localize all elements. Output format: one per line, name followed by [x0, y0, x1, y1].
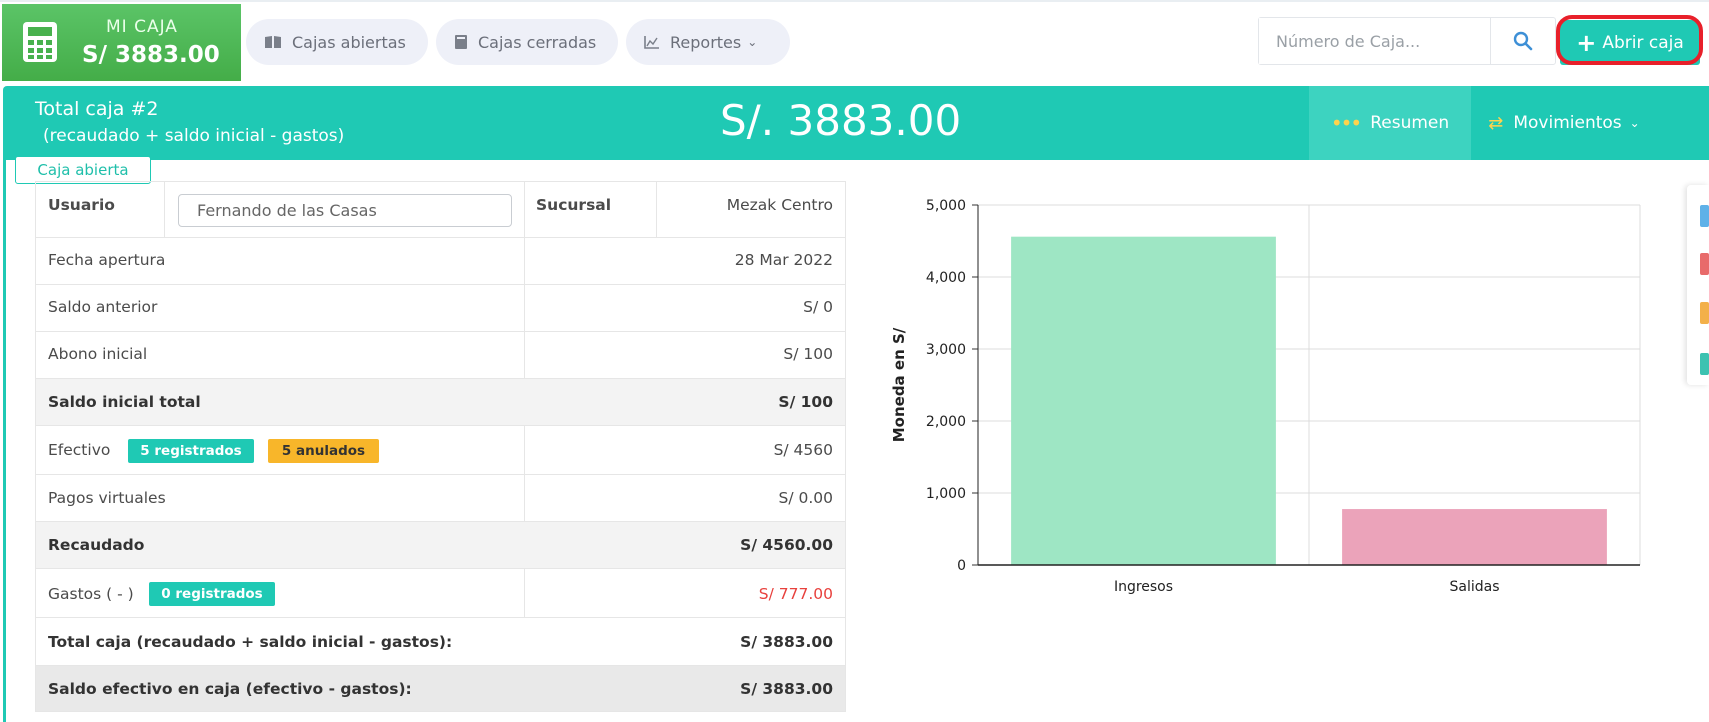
- table-row: Total caja (recaudado + saldo inicial - …: [36, 617, 845, 665]
- nav-cajas-cerradas-label: Cajas cerradas: [478, 32, 597, 52]
- bar-salidas: [1342, 509, 1607, 565]
- income-expense-chart: 0 1,000 2,000 3,000 4,000 5,000 Ingresos Salida…: [890, 198, 1641, 595]
- cell-divider: [524, 475, 525, 521]
- table-row: Pagos virtuales S/ 0.00: [36, 474, 845, 521]
- calculator-icon: [23, 22, 57, 62]
- top-bar: MI CAJA S/ 3883.00 Cajas abiertas Cajas …: [0, 0, 1709, 86]
- total-amount: S/. 3883.00: [720, 96, 962, 145]
- cell-divider: [524, 332, 525, 378]
- table-row-efectivo: Efectivo 5 registrados 5 anulados S/ 456…: [36, 425, 845, 474]
- chevron-down-icon: ⌄: [747, 35, 758, 49]
- y-tick-label: 2,000: [926, 414, 966, 430]
- abrir-caja-label: Abrir caja: [1602, 32, 1684, 53]
- table-row: Recaudado S/ 4560.00: [36, 521, 845, 568]
- gastos-registrados-badge[interactable]: 0 registrados: [149, 582, 275, 606]
- row-value: S/ 100: [778, 393, 833, 411]
- tool-icon[interactable]: [1700, 253, 1709, 275]
- row-label: Recaudado: [48, 536, 145, 554]
- row-value: S/ 0.00: [778, 489, 834, 507]
- tool-icon[interactable]: [1700, 205, 1709, 227]
- y-tick-label: 0: [957, 558, 966, 574]
- y-tick-label: 3,000: [926, 342, 966, 358]
- row-value: 28 Mar 2022: [734, 251, 833, 269]
- cell-divider: [656, 182, 657, 237]
- cell-divider: [524, 285, 525, 331]
- cell-divider: [524, 426, 525, 474]
- cell-divider: [524, 182, 525, 237]
- row-label: Saldo efectivo en caja (efectivo - gasto…: [48, 680, 412, 698]
- table-row: Abono inicial S/ 100: [36, 331, 845, 378]
- tab-movimientos[interactable]: ⇄ Movimientos ⌄: [1471, 86, 1657, 160]
- row-value: S/ 4560.00: [740, 536, 833, 554]
- cell-divider: [164, 182, 165, 237]
- row-value: S/ 3883.00: [740, 680, 833, 698]
- total-title: Total caja #2: [35, 98, 159, 120]
- row-label: Gastos ( - ): [48, 585, 134, 603]
- sucursal-value: Mezak Centro: [726, 196, 833, 214]
- registrados-badge[interactable]: 5 registrados: [128, 439, 254, 463]
- row-label: Abono inicial: [48, 345, 148, 363]
- row-value: S/ 3883.00: [740, 633, 833, 651]
- search-box: [1258, 17, 1556, 65]
- search-button[interactable]: [1491, 18, 1555, 64]
- row-label: Fecha apertura: [48, 251, 166, 269]
- sucursal-label: Sucursal: [536, 196, 612, 214]
- table-row: Saldo inicial total S/ 100: [36, 378, 845, 425]
- tool-icon[interactable]: [1700, 302, 1709, 324]
- chart-icon: [644, 36, 659, 49]
- row-label: Total caja (recaudado + saldo inicial - …: [48, 633, 453, 651]
- mi-caja-summary[interactable]: MI CAJA S/ 3883.00: [2, 4, 241, 81]
- table-row-usuario: Usuario Fernando de las Casas Sucursal M…: [36, 181, 845, 237]
- tab-movimientos-label: Movimientos: [1513, 113, 1622, 133]
- usuario-field[interactable]: Fernando de las Casas: [178, 194, 512, 227]
- row-value: S/ 777.00: [758, 585, 833, 603]
- x-tick-label: Salidas: [1449, 579, 1499, 595]
- chevron-down-icon: ⌄: [1629, 116, 1640, 130]
- row-label: Pagos virtuales: [48, 489, 166, 507]
- row-value: S/ 0: [803, 298, 833, 316]
- table-row: Saldo anterior S/ 0: [36, 284, 845, 331]
- anulados-badge[interactable]: 5 anulados: [268, 439, 379, 463]
- status-badge: Caja abierta: [15, 156, 151, 184]
- row-label: Saldo anterior: [48, 298, 158, 316]
- mi-caja-title: MI CAJA: [106, 17, 178, 37]
- row-label: Efectivo: [48, 441, 111, 459]
- swap-arrows-icon: ⇄: [1488, 112, 1504, 134]
- left-accent-line: [3, 160, 6, 722]
- y-tick-label: 5,000: [926, 198, 966, 214]
- table-row: Fecha apertura 28 Mar 2022: [36, 237, 845, 284]
- nav-reportes[interactable]: Reportes ⌄: [626, 19, 790, 65]
- y-axis-label: Moneda en S/: [890, 327, 908, 442]
- search-icon: [1513, 31, 1533, 51]
- table-row: Saldo efectivo en caja (efectivo - gasto…: [36, 665, 845, 712]
- caja-detail-table: Usuario Fernando de las Casas Sucursal M…: [35, 181, 846, 712]
- abrir-caja-button[interactable]: + Abrir caja: [1560, 20, 1700, 65]
- dots-icon: •••: [1330, 111, 1362, 135]
- book-icon: [455, 35, 467, 49]
- mi-caja-amount: S/ 3883.00: [82, 42, 220, 68]
- search-input[interactable]: [1259, 18, 1492, 64]
- usuario-label: Usuario: [48, 196, 115, 214]
- y-tick-label: 4,000: [926, 270, 966, 286]
- table-row-gastos: Gastos ( - ) 0 registrados S/ 777.00: [36, 568, 845, 617]
- bar-ingresos: [1011, 236, 1276, 565]
- x-tick-label: Ingresos: [1114, 579, 1173, 595]
- cell-divider: [524, 238, 525, 284]
- tab-resumen[interactable]: ••• Resumen: [1309, 86, 1471, 160]
- nav-cajas-abiertas-label: Cajas abiertas: [292, 32, 406, 52]
- row-value: S/ 4560: [773, 441, 833, 459]
- book-open-icon: [265, 36, 281, 48]
- row-value: S/ 100: [783, 345, 833, 363]
- nav-reportes-label: Reportes: [670, 32, 742, 52]
- nav-cajas-cerradas[interactable]: Cajas cerradas: [436, 19, 618, 65]
- tool-icon[interactable]: [1700, 353, 1709, 375]
- cell-divider: [524, 569, 525, 617]
- y-tick-label: 1,000: [926, 486, 966, 502]
- plus-icon: +: [1576, 28, 1597, 57]
- total-subtitle: (recaudado + saldo inicial - gastos): [43, 126, 345, 146]
- tab-resumen-label: Resumen: [1370, 113, 1450, 133]
- nav-cajas-abiertas[interactable]: Cajas abiertas: [246, 19, 428, 65]
- total-header: Total caja #2 (recaudado + saldo inicial…: [3, 86, 1709, 160]
- row-label: Saldo inicial total: [48, 393, 201, 411]
